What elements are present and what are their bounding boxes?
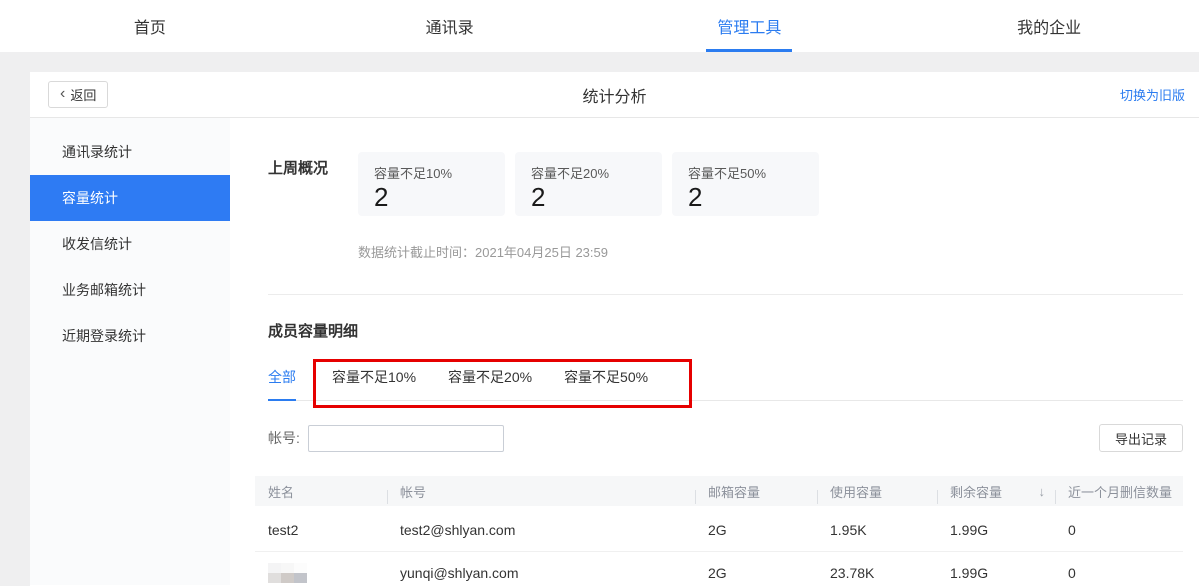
table-row: yunqi@shlyan.com 2G 23.78K 1.99G 0 — [255, 552, 1183, 585]
overview-card-value: 2 — [531, 183, 646, 212]
overview-card-value: 2 — [688, 183, 803, 212]
tab-under-20[interactable]: 容量不足20% — [448, 368, 532, 400]
sidebar-item-business-mailbox-stats[interactable]: 业务邮箱统计 — [30, 267, 230, 313]
page-header: ‹ 返回 统计分析 切换为旧版 — [30, 72, 1199, 118]
tab-under-50[interactable]: 容量不足50% — [564, 368, 648, 400]
back-button-label: 返回 — [70, 85, 96, 104]
nav-tab-contacts[interactable]: 通讯录 — [300, 0, 600, 52]
overview-card-label: 容量不足20% — [531, 163, 646, 182]
sidebar-item-capacity-stats[interactable]: 容量统计 — [30, 175, 230, 221]
section-divider — [268, 294, 1183, 295]
overview-card-under-10: 容量不足10% 2 — [358, 152, 505, 216]
last-week-overview-section: 上周概况 容量不足10% 2 容量不足20% 2 容量不足50% 2 — [268, 118, 1183, 216]
column-header-used: 使用容量 — [817, 482, 937, 501]
switch-old-version-link[interactable]: 切换为旧版 — [1120, 85, 1185, 104]
cell-name: test2 — [255, 522, 387, 538]
member-capacity-table: 姓名 帐号 邮箱容量 使用容量 剩余容量 ↓ 近一个月删信数量 test2 te… — [255, 476, 1183, 585]
cell-used: 23.78K — [817, 565, 937, 581]
overview-card-label: 容量不足10% — [374, 163, 489, 182]
table-body: test2 test2@shlyan.com 2G 1.95K 1.99G 0 … — [255, 506, 1183, 585]
overview-card-value: 2 — [374, 183, 489, 212]
column-header-account: 帐号 — [387, 482, 695, 501]
column-header-name: 姓名 — [255, 482, 387, 501]
nav-tab-admin-tools[interactable]: 管理工具 — [600, 0, 900, 52]
overview-card-under-50: 容量不足50% 2 — [672, 152, 819, 216]
sidebar: 通讯录统计 容量统计 收发信统计 业务邮箱统计 近期登录统计 — [30, 118, 230, 585]
nav-tab-my-company[interactable]: 我的企业 — [899, 0, 1199, 52]
cell-quota: 2G — [695, 565, 817, 581]
cell-account: test2@shlyan.com — [387, 522, 695, 538]
column-header-quota: 邮箱容量 — [695, 482, 817, 501]
cell-account: yunqi@shlyan.com — [387, 565, 695, 581]
overview-section-label: 上周概况 — [268, 152, 358, 216]
tab-under-10[interactable]: 容量不足10% — [332, 368, 416, 400]
cell-remaining: 1.99G — [937, 522, 1055, 538]
member-capacity-detail-heading: 成员容量明细 — [268, 320, 1183, 341]
cell-name — [255, 563, 387, 583]
overview-card-label: 容量不足50% — [688, 163, 803, 182]
cell-quota: 2G — [695, 522, 817, 538]
column-header-remaining: 剩余容量 ↓ — [937, 482, 1055, 501]
overview-cards: 容量不足10% 2 容量不足20% 2 容量不足50% 2 — [358, 152, 819, 216]
column-header-remaining-label: 剩余容量 — [950, 482, 1002, 501]
nav-tab-home[interactable]: 首页 — [0, 0, 300, 52]
cell-remaining: 1.99G — [937, 565, 1055, 581]
capacity-filter-tabs: 全部 容量不足10% 容量不足20% 容量不足50% — [268, 368, 1183, 401]
cell-deleted-count: 0 — [1055, 522, 1183, 538]
tab-all[interactable]: 全部 — [268, 368, 296, 401]
sidebar-item-contacts-stats[interactable]: 通讯录统计 — [30, 129, 230, 175]
column-header-deleted-count: 近一个月删信数量 — [1055, 482, 1183, 501]
data-deadline-text: 数据统计截止时间：2021年04月25日 23:59 — [358, 242, 1183, 261]
filter-row: 帐号: 导出记录 — [268, 424, 1183, 452]
content-card: ‹ 返回 统计分析 切换为旧版 通讯录统计 容量统计 收发信统计 业务邮箱统计 … — [30, 72, 1199, 586]
account-search-input[interactable] — [308, 425, 504, 452]
chevron-left-icon: ‹ — [60, 86, 65, 102]
export-records-button[interactable]: 导出记录 — [1099, 424, 1183, 452]
main-content: 上周概况 容量不足10% 2 容量不足20% 2 容量不足50% 2 — [230, 118, 1199, 585]
table-row: test2 test2@shlyan.com 2G 1.95K 1.99G 0 — [255, 509, 1183, 552]
cell-deleted-count: 0 — [1055, 565, 1183, 581]
sidebar-item-recent-login-stats[interactable]: 近期登录统计 — [30, 313, 230, 359]
cell-used: 1.95K — [817, 522, 937, 538]
overview-card-under-20: 容量不足20% 2 — [515, 152, 662, 216]
sidebar-item-mail-stats[interactable]: 收发信统计 — [30, 221, 230, 267]
redacted-name-blur — [268, 563, 387, 583]
top-navbar: 首页 通讯录 管理工具 我的企业 — [0, 0, 1199, 52]
sort-descending-icon[interactable]: ↓ — [1039, 484, 1046, 499]
table-header-row: 姓名 帐号 邮箱容量 使用容量 剩余容量 ↓ 近一个月删信数量 — [255, 476, 1183, 506]
page-title: 统计分析 — [582, 83, 646, 107]
back-button[interactable]: ‹ 返回 — [48, 81, 108, 108]
account-input-label: 帐号: — [268, 428, 300, 448]
